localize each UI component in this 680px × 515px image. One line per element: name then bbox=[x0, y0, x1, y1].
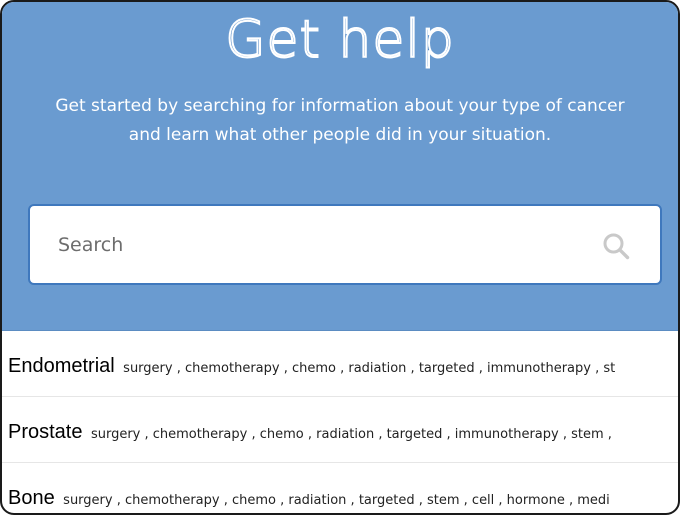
result-name[interactable]: Prostate bbox=[8, 421, 82, 443]
result-item-prostate[interactable]: Prostate surgery , chemotherapy , chemo … bbox=[2, 397, 678, 463]
result-item-endometrial[interactable]: Endometrial surgery , chemotherapy , che… bbox=[2, 331, 678, 397]
page-title: Get help bbox=[224, 9, 455, 71]
hero-description-line-2: and learn what other people did in your … bbox=[128, 125, 552, 145]
result-tags: surgery , chemotherapy , chemo , radiati… bbox=[63, 493, 610, 508]
results-list: Endometrial surgery , chemotherapy , che… bbox=[2, 331, 678, 513]
hero-description-line-1: Get started by searching for information… bbox=[55, 96, 625, 116]
app-frame: Get help Get started by searching for in… bbox=[0, 0, 680, 515]
result-name[interactable]: Endometrial bbox=[8, 355, 115, 377]
result-tags: surgery , chemotherapy , chemo , radiati… bbox=[123, 361, 616, 376]
result-item-bone[interactable]: Bone surgery , chemotherapy , chemo , ra… bbox=[2, 463, 678, 513]
hero-section: Get help Get started by searching for in… bbox=[2, 2, 678, 331]
search-icon[interactable] bbox=[602, 232, 630, 260]
result-name[interactable]: Bone bbox=[8, 487, 55, 509]
hero-description: Get started by searching for information… bbox=[2, 92, 678, 150]
result-tags: surgery , chemotherapy , chemo , radiati… bbox=[90, 427, 612, 442]
search-input[interactable] bbox=[56, 223, 580, 266]
search-box[interactable] bbox=[28, 204, 662, 285]
